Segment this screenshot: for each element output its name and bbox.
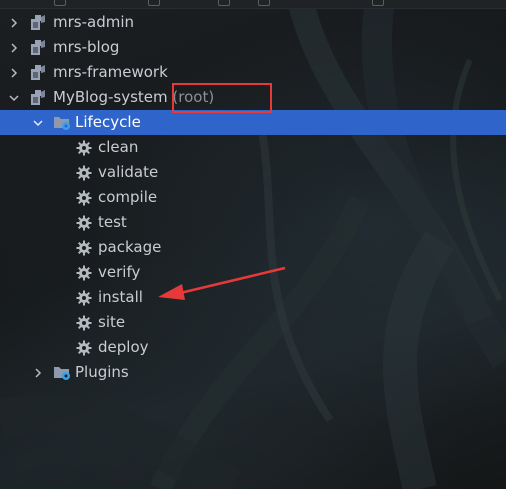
gear-icon — [75, 239, 93, 256]
lifecycle-goal-clean[interactable]: clean — [0, 135, 506, 160]
lifecycle-goal-site[interactable]: site — [0, 310, 506, 335]
goal-label: test — [98, 213, 127, 231]
lifecycle-folder-icon — [53, 114, 71, 131]
maven-module-icon — [30, 39, 48, 56]
maven-module-icon — [30, 14, 48, 31]
tree-item-label: mrs-framework — [53, 63, 168, 81]
lifecycle-goal-install[interactable]: install — [0, 285, 506, 310]
gear-icon — [75, 214, 93, 231]
lifecycle-goal-verify[interactable]: verify — [0, 260, 506, 285]
toolbar-icon[interactable] — [54, 0, 66, 6]
maven-module-icon — [30, 89, 48, 106]
gear-icon — [75, 189, 93, 206]
tree-item-plugins[interactable]: Plugins — [0, 360, 506, 385]
tree-item-mrs-blog[interactable]: mrs-blog — [0, 35, 506, 60]
chevron-right-icon[interactable] — [6, 60, 22, 85]
gear-icon — [75, 314, 93, 331]
module-name: MyBlog-system — [53, 88, 168, 106]
chevron-right-icon[interactable] — [6, 10, 22, 35]
chevron-right-icon[interactable] — [30, 360, 46, 385]
lifecycle-goal-compile[interactable]: compile — [0, 185, 506, 210]
gear-icon — [75, 164, 93, 181]
tree-item-label: mrs-blog — [53, 38, 120, 56]
lifecycle-goal-package[interactable]: package — [0, 235, 506, 260]
goal-label: clean — [98, 138, 139, 156]
chevron-down-icon[interactable] — [30, 110, 46, 135]
gear-icon — [75, 264, 93, 281]
tree-item-lifecycle[interactable]: Lifecycle — [0, 110, 506, 135]
gear-icon — [75, 339, 93, 356]
goal-label: validate — [98, 163, 159, 181]
goal-label: compile — [98, 188, 158, 206]
tree-item-mrs-admin[interactable]: mrs-admin — [0, 10, 506, 35]
chevron-right-icon[interactable] — [6, 35, 22, 60]
gear-icon — [75, 139, 93, 156]
toolbar-icon[interactable] — [148, 0, 160, 6]
tree-item-label: Lifecycle — [75, 113, 141, 131]
toolbar-icon[interactable] — [258, 0, 270, 6]
toolbar-strip — [0, 0, 506, 9]
toolbar-icon[interactable] — [218, 0, 230, 6]
tree-item-label: mrs-admin — [53, 13, 135, 31]
lifecycle-goal-validate[interactable]: validate — [0, 160, 506, 185]
maven-project-tree: mrs-admin mrs-blog mrs-framework MyBlog-… — [0, 10, 506, 385]
tree-item-mrs-framework[interactable]: mrs-framework — [0, 60, 506, 85]
goal-label: package — [98, 238, 162, 256]
lifecycle-goals: clean validate compile test package verify ins… — [0, 135, 506, 360]
toolbar-icon[interactable] — [372, 0, 384, 6]
tree-item-label: Plugins — [75, 363, 129, 381]
annotation-highlight-box — [172, 83, 272, 113]
maven-module-icon — [30, 64, 48, 81]
goal-label: install — [98, 288, 143, 306]
goal-label: site — [98, 313, 126, 331]
lifecycle-goal-deploy[interactable]: deploy — [0, 335, 506, 360]
lifecycle-goal-test[interactable]: test — [0, 210, 506, 235]
plugins-folder-icon — [53, 364, 71, 381]
gear-icon — [75, 289, 93, 306]
chevron-down-icon[interactable] — [6, 85, 22, 110]
goal-label: deploy — [98, 338, 149, 356]
goal-label: verify — [98, 263, 141, 281]
